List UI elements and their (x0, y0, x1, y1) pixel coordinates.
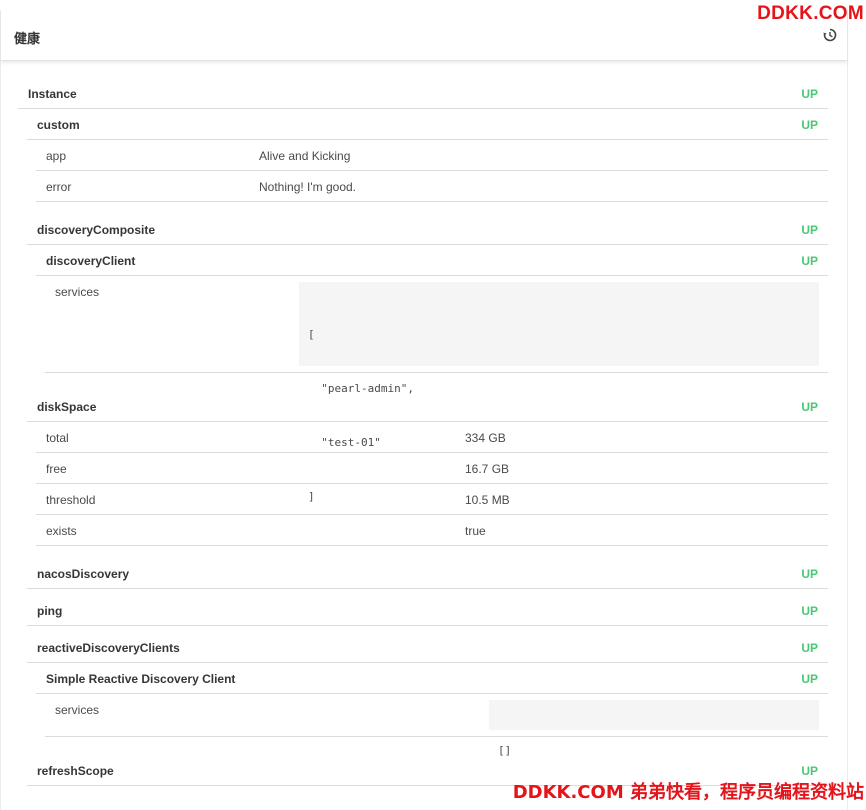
status-badge: UP (801, 400, 818, 414)
services-code-block: [ "pearl-admin", "test-01" ] (299, 282, 819, 503)
detail-value: Nothing! I'm good. (259, 180, 357, 194)
watermark-top: DDKK.COM (757, 3, 864, 24)
detail-row: services [ "pearl-admin", "test-01" ] (45, 277, 828, 503)
detail-value: 16.7 GB (465, 462, 510, 476)
detail-row: app Alive and Kicking (36, 141, 828, 171)
detail-key: total (46, 431, 69, 445)
code-line: [ (308, 328, 315, 341)
detail-row: threshold 10.5 MB (36, 485, 828, 515)
health-row-simple-reactive-client: Simple Reactive Discovery Client UP (36, 664, 828, 694)
status-badge: UP (801, 764, 818, 778)
detail-value: Alive and Kicking (259, 149, 351, 163)
status-badge: UP (801, 672, 818, 686)
detail-key: error (46, 180, 72, 194)
component-name: nacosDiscovery (37, 567, 130, 581)
health-row-discovery-composite: discoveryComposite UP (27, 215, 828, 245)
detail-key: services (55, 703, 100, 717)
watermark-bottom: DDKK.COM 弟弟快看，程序员编程资料站 (512, 782, 864, 803)
health-row-instance: Instance UP (18, 79, 828, 109)
detail-value: 10.5 MB (465, 493, 510, 507)
detail-key: threshold (46, 493, 96, 507)
component-name: discoveryComposite (37, 223, 156, 237)
card-header: 健康 (1, 10, 847, 61)
page-title: 健康 (14, 31, 41, 46)
detail-key: app (46, 149, 67, 163)
detail-row: total 334 GB (36, 423, 828, 453)
status-badge: UP (801, 567, 818, 581)
component-name: discoveryClient (46, 254, 136, 268)
history-icon[interactable] (823, 28, 837, 42)
detail-row: error Nothing! I'm good. (36, 172, 828, 202)
health-row-nacos-discovery: nacosDiscovery UP (27, 559, 828, 589)
detail-key: free (46, 462, 67, 476)
health-row-ping: ping UP (27, 596, 828, 626)
status-badge: UP (801, 254, 818, 268)
detail-value: true (465, 524, 486, 538)
detail-key: exists (46, 524, 77, 538)
health-row-discovery-client: discoveryClient UP (36, 246, 828, 276)
component-name: diskSpace (37, 400, 97, 414)
component-name: refreshScope (37, 764, 114, 778)
detail-value: 334 GB (465, 431, 506, 445)
status-badge: UP (801, 118, 818, 132)
detail-row: free 16.7 GB (36, 454, 828, 484)
component-name: reactiveDiscoveryClients (37, 641, 180, 655)
health-row-custom: custom UP (27, 110, 828, 140)
component-name: Instance (28, 87, 77, 101)
health-row-disk-space: diskSpace UP (27, 392, 828, 422)
status-badge: UP (801, 87, 818, 101)
component-name: custom (37, 118, 80, 132)
detail-row: services [] (45, 695, 828, 757)
detail-key: services (55, 285, 100, 299)
detail-row: exists true (36, 516, 828, 546)
component-name: Simple Reactive Discovery Client (46, 672, 236, 686)
services-code-block: [] (489, 700, 819, 757)
status-badge: UP (801, 641, 818, 655)
status-badge: UP (801, 223, 818, 237)
component-name: ping (37, 604, 63, 618)
status-badge: UP (801, 604, 818, 618)
health-row-reactive-discovery-clients: reactiveDiscoveryClients UP (27, 633, 828, 663)
